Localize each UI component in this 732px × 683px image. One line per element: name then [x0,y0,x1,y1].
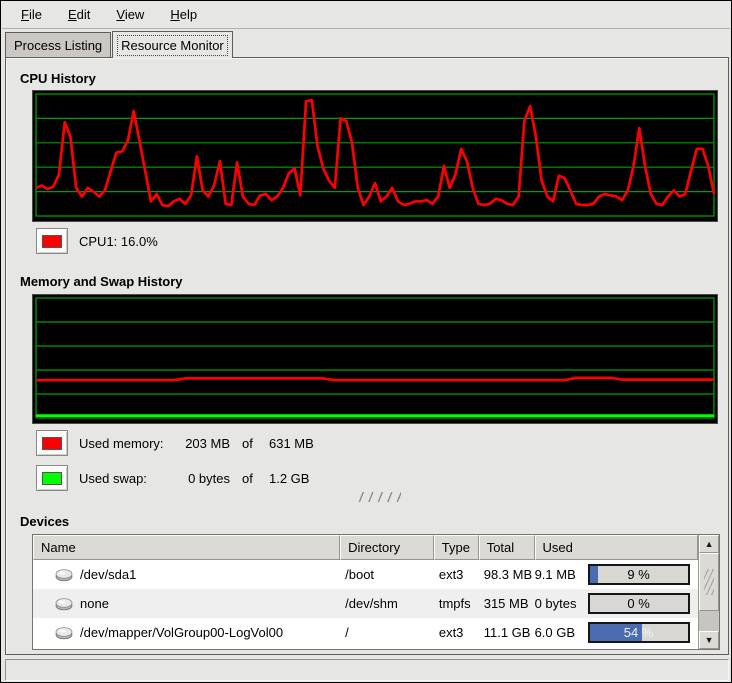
memory-color-icon [42,437,62,450]
menu-edit[interactable]: Edit [55,2,103,27]
memory-swap-title: Memory and Swap History [20,274,183,289]
devices-title: Devices [20,514,69,529]
menu-view[interactable]: View [103,2,157,27]
usage-progress-bar: 9 % [588,564,690,585]
tab-process-listing[interactable]: Process Listing [5,32,111,57]
column-header-used[interactable]: Used [535,535,699,560]
cpu-legend-label: CPU1: 16.0% [79,234,158,249]
devices-table-header: NameDirectoryTypeTotalUsed [33,535,698,560]
device-row--dev-mapper-volgroup00-logvol00[interactable]: /dev/mapper/VolGroup00-LogVol00 /ext311.1… [33,618,698,647]
device-used-cell: 0 bytes0 % [535,593,699,614]
swap-label: Used swap: [79,471,178,486]
devices-scrollbar[interactable]: ▲ ▼ [698,535,719,649]
device-type: ext3 [434,567,479,582]
device-name: none [80,596,109,611]
device-used-cell: 9.1 MB9 % [535,564,699,585]
devices-table: NameDirectoryTypeTotalUsed /dev/sda1/boo… [32,534,720,650]
device-total: 11.1 GB [479,625,535,640]
cpu-color-swatch[interactable] [36,228,68,254]
memory-used-value: 203 MB [178,436,230,451]
cpu-history-plot [36,94,714,216]
device-used: 6.0 GB [535,625,588,640]
device-name: /dev/sda1 [80,567,136,582]
scroll-up-button[interactable]: ▲ [699,535,719,553]
scrollbar-trough[interactable] [699,611,719,631]
cpu-color-icon [42,235,62,248]
device-used-cell: 6.0 GB54 % [535,622,699,643]
scrollbar-thumb[interactable] [699,553,719,611]
tab-label: Resource Monitor [118,36,227,55]
statusbar [5,659,729,681]
disk-icon [55,626,73,640]
menubar: FileEditViewHelp [2,1,730,29]
column-header-type[interactable]: Type [434,535,479,560]
tab-label: Process Listing [11,36,105,55]
menu-help[interactable]: Help [157,2,210,27]
disk-icon [55,568,73,582]
memory-color-swatch[interactable] [36,430,68,456]
swap-color-icon [42,472,62,485]
usage-progress-bar: 0 % [588,593,690,614]
system-monitor-window: FileEditViewHelp Process Listing Resource… [0,0,732,683]
cpu-legend: CPU1: 16.0% [36,228,158,254]
memory-swap-graph [32,294,718,424]
menu-file[interactable]: File [8,2,55,27]
memory-legend: Used memory: 203 MB of 631 MB [36,430,314,456]
device-directory: /boot [340,567,434,582]
memory-label: Used memory: [79,436,178,451]
device-total: 98.3 MB [479,567,535,582]
tab-bar: Process Listing Resource Monitor [5,30,727,57]
device-row--dev-sda1[interactable]: /dev/sda1/bootext398.3 MB9.1 MB9 % [33,560,698,589]
memory-total-value: 631 MB [269,436,314,451]
cpu-history-title: CPU History [20,71,96,86]
device-name: /dev/mapper/VolGroup00-LogVol00 [80,625,283,640]
memory-of-text: of [242,436,258,451]
scroll-down-icon: ▼ [705,636,714,645]
swap-color-swatch[interactable] [36,465,68,491]
device-directory: /dev/shm [340,596,434,611]
usage-percent-label: 0 % [590,595,688,612]
device-total: 315 MB [479,596,535,611]
usage-percent-label: 54 % [590,624,688,641]
disk-icon [55,597,73,611]
swap-used-value: 0 bytes [178,471,230,486]
device-name-cell: /dev/sda1 [33,567,340,582]
pane-resize-grip[interactable] [357,492,401,502]
device-name-cell: /dev/mapper/VolGroup00-LogVol00 [33,625,340,640]
device-type: tmpfs [434,596,479,611]
device-used: 9.1 MB [535,567,588,582]
usage-percent-label: 9 % [590,566,688,583]
column-header-directory[interactable]: Directory [340,535,434,560]
memory-swap-plot [36,298,714,418]
column-header-name[interactable]: Name [33,535,340,560]
device-name-cell: none [33,596,340,611]
scroll-down-button[interactable]: ▼ [699,631,719,649]
scrollbar-grip-icon [704,569,714,595]
swap-of-text: of [242,471,258,486]
device-used: 0 bytes [535,596,588,611]
column-header-total[interactable]: Total [479,535,535,560]
usage-progress-bar: 54 % [588,622,690,643]
swap-total-value: 1.2 GB [269,471,309,486]
swap-legend: Used swap: 0 bytes of 1.2 GB [36,465,309,491]
device-row-none[interactable]: none/dev/shmtmpfs315 MB0 bytes0 % [33,589,698,618]
device-type: ext3 [434,625,479,640]
device-directory: / [340,625,434,640]
tab-resource-monitor[interactable]: Resource Monitor [112,31,233,58]
scroll-up-icon: ▲ [705,540,714,549]
cpu-history-graph [32,90,718,222]
devices-table-body: /dev/sda1/bootext398.3 MB9.1 MB9 %none/d… [33,560,698,647]
resource-monitor-page: CPU History CPU1: 16.0% Memory and Swap … [5,57,729,655]
